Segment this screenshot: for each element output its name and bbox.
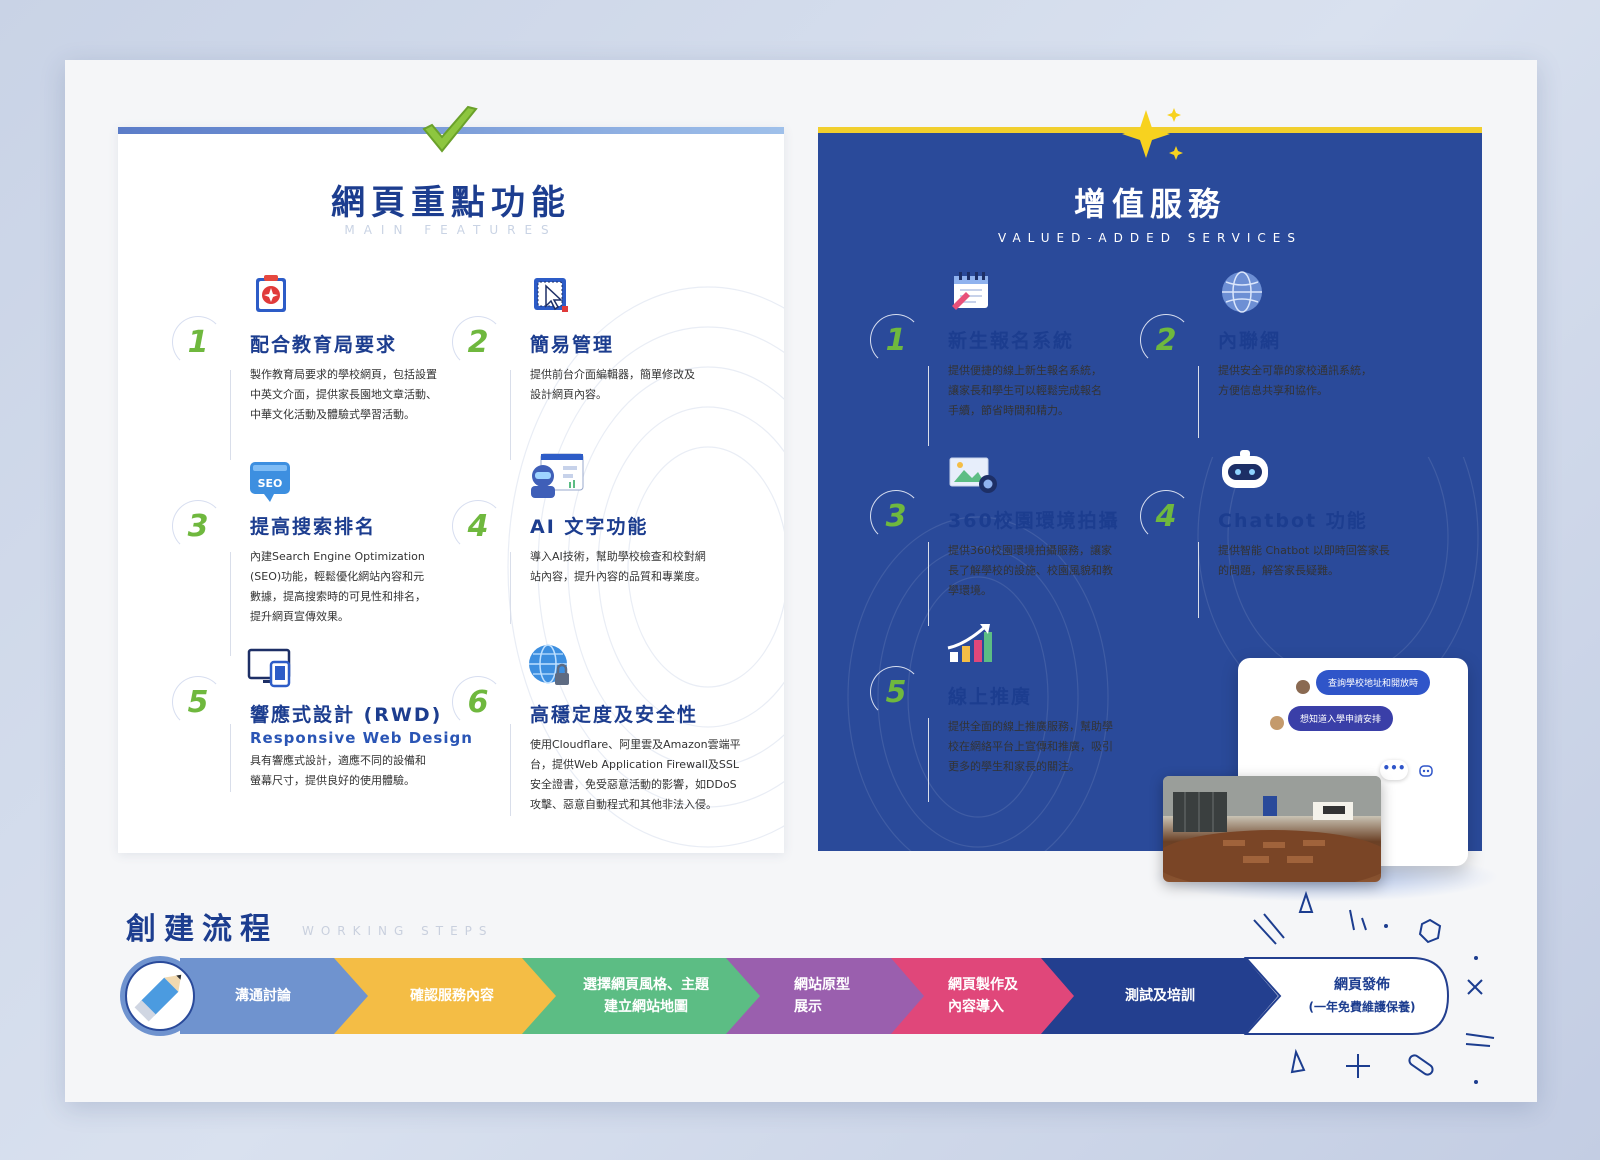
- step-4-label: 網站原型 展示: [794, 977, 850, 1015]
- step-5-label: 網頁製作及 內容導入: [948, 977, 1018, 1015]
- step-3-label: 選擇網頁風格、主題 建立網站地圖: [583, 977, 709, 1015]
- step-7-label: 網頁發佈 (一年免費維護保養): [1308, 977, 1416, 1014]
- step-2-label: 確認服務內容: [410, 988, 494, 1004]
- step-6-label: 測試及培訓: [1125, 988, 1195, 1004]
- step-1-label: 溝通討論: [235, 988, 291, 1004]
